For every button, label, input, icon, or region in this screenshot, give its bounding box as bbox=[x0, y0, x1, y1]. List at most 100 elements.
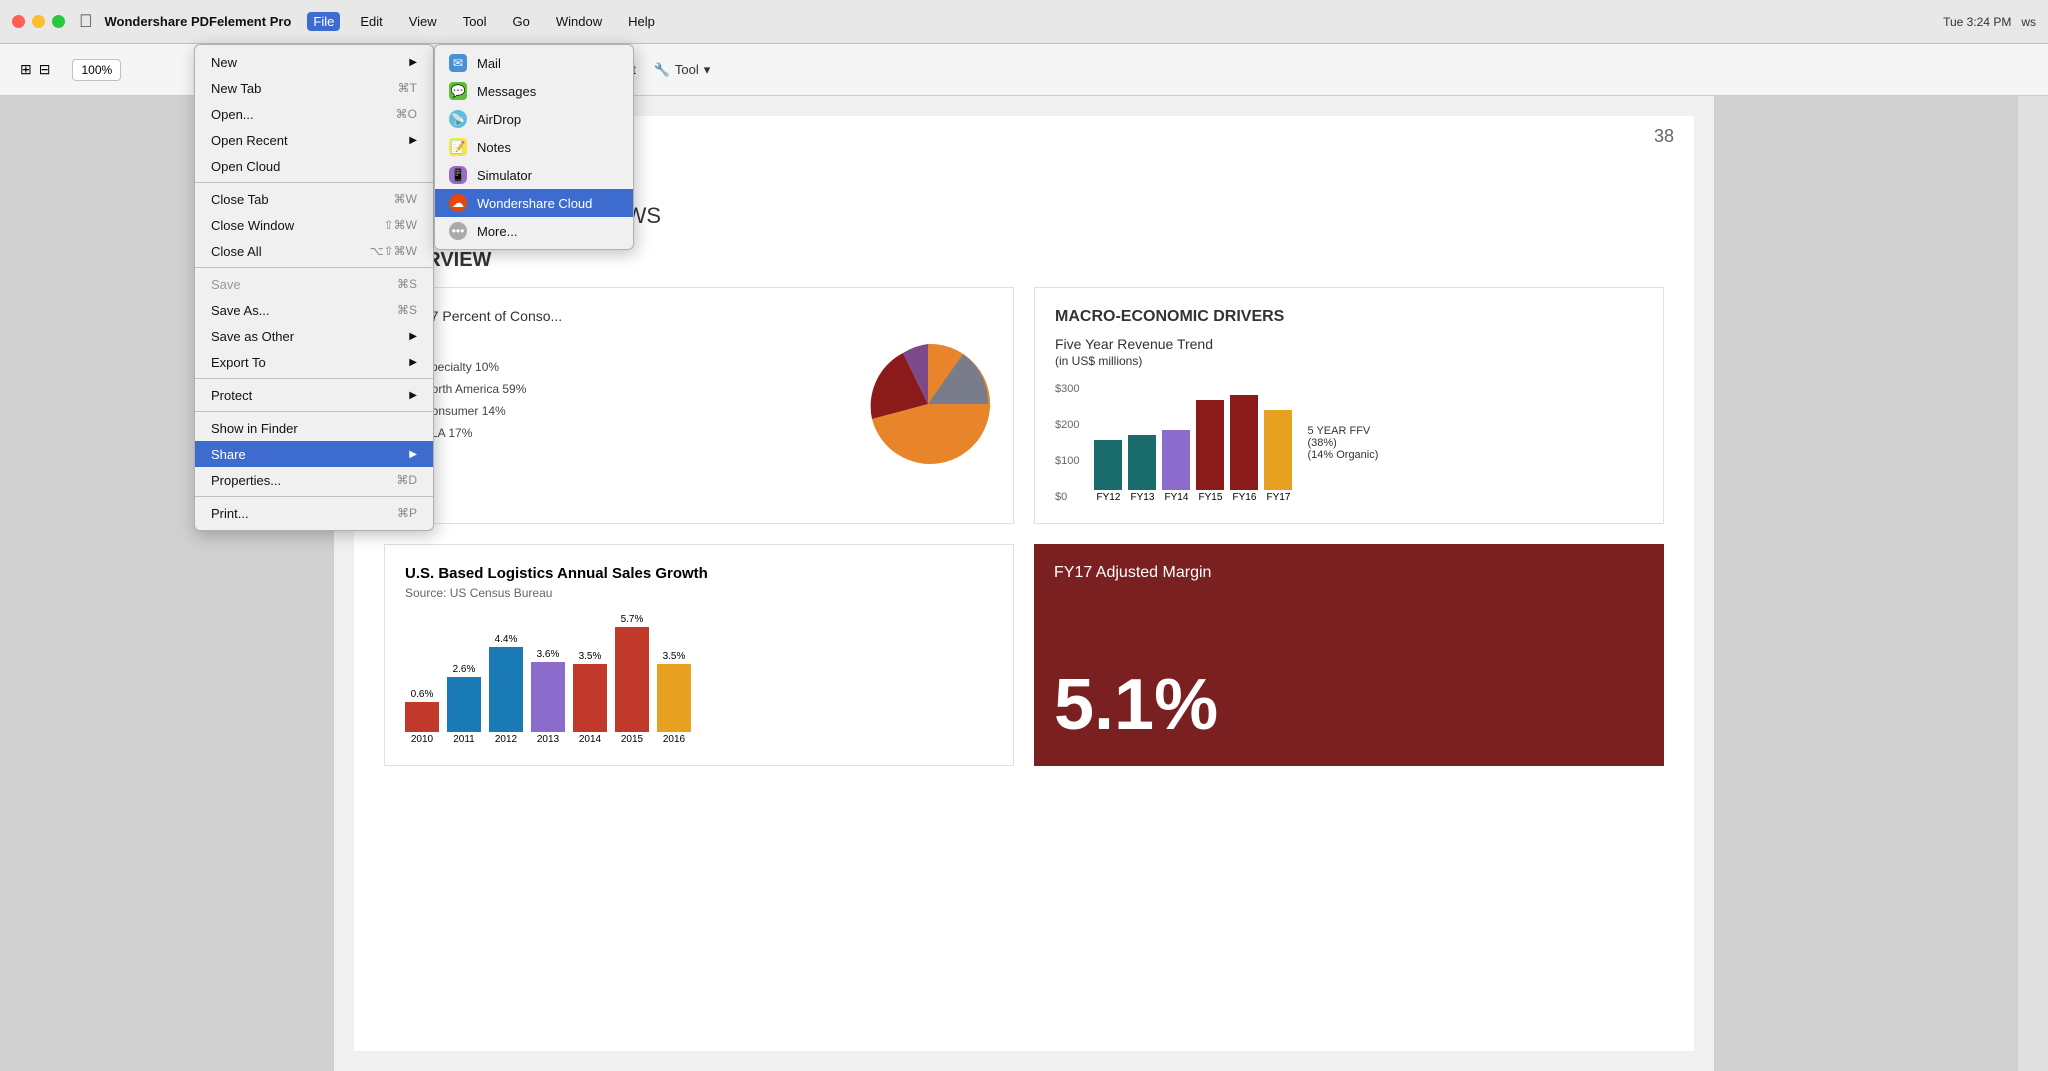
y-0: $0 bbox=[1055, 491, 1079, 503]
sales-bar-2010: 0.6% 2010 bbox=[405, 689, 439, 745]
menu-save-as[interactable]: Save As... ⌘S bbox=[195, 297, 433, 323]
menu-open-recent[interactable]: Open Recent ▶ bbox=[195, 127, 433, 153]
share-simulator[interactable]: 📱 Simulator bbox=[435, 161, 633, 189]
north-america-label: North America 59% bbox=[423, 382, 526, 396]
open-recent-arrow: ▶ bbox=[409, 135, 417, 146]
sales-bar-2012: 4.4% 2012 bbox=[489, 634, 523, 745]
bar-chart: $300 $200 $100 $0 FY12 bbox=[1055, 383, 1643, 503]
y-200: $200 bbox=[1055, 419, 1079, 431]
export-to-arrow: ▶ bbox=[409, 357, 417, 368]
sales-bar-2016: 3.5% 2016 bbox=[657, 651, 691, 745]
content-grid: FY17 Percent of Conso... Specialty 10% N… bbox=[384, 287, 1664, 524]
bottom-grid: U.S. Based Logistics Annual Sales Growth… bbox=[384, 544, 1664, 766]
share-arrow: ▶ bbox=[409, 449, 417, 460]
pie-legend: Specialty 10% North America 59% Consumer… bbox=[405, 360, 843, 448]
close-all-shortcut: ⌥⇧⌘W bbox=[370, 244, 417, 258]
close-all-label: Close All bbox=[211, 244, 262, 259]
show-in-finder-label: Show in Finder bbox=[211, 421, 298, 436]
menu-go[interactable]: Go bbox=[507, 12, 536, 31]
menu-new[interactable]: New ▶ bbox=[195, 49, 433, 75]
minimize-button[interactable] bbox=[32, 15, 45, 28]
share-submenu: ✉ Mail 💬 Messages 📡 AirDrop 📝 Notes 📱 Si… bbox=[434, 44, 634, 250]
share-wondershare[interactable]: ☁ Wondershare Cloud bbox=[435, 189, 633, 217]
menu-open[interactable]: Open... ⌘O bbox=[195, 101, 433, 127]
mail-icon: ✉ bbox=[449, 54, 467, 72]
close-button[interactable] bbox=[12, 15, 25, 28]
save-as-label: Save As... bbox=[211, 303, 270, 318]
menu-save: Save ⌘S bbox=[195, 271, 433, 297]
margin-title: FY17 Adjusted Margin bbox=[1054, 564, 1211, 582]
menu-tool[interactable]: Tool bbox=[457, 12, 493, 31]
legend-consumer: Consumer 14% bbox=[405, 404, 843, 418]
sales-bar-2015: 5.7% 2015 bbox=[615, 614, 649, 745]
ffv-label: 5 YEAR FFV(38%)(14% Organic) bbox=[1307, 425, 1378, 461]
simulator-icon: 📱 bbox=[449, 166, 467, 184]
menu-file[interactable]: File bbox=[307, 12, 340, 31]
menu-open-cloud[interactable]: Open Cloud bbox=[195, 153, 433, 179]
legend-north-america: North America 59% bbox=[405, 382, 843, 396]
macro-chart-box: MACRO-ECONOMIC DRIVERS Five Year Revenue… bbox=[1034, 287, 1664, 524]
menu-edit[interactable]: Edit bbox=[354, 12, 388, 31]
sales-source: Source: US Census Bureau bbox=[405, 586, 993, 600]
simulator-label: Simulator bbox=[477, 168, 532, 183]
margin-value: 5.1% bbox=[1054, 664, 1644, 746]
menu-close-tab[interactable]: Close Tab ⌘W bbox=[195, 186, 433, 212]
app-name: Wondershare PDFelement Pro bbox=[105, 14, 292, 29]
share-notes[interactable]: 📝 Notes bbox=[435, 133, 633, 161]
sales-chart-box: U.S. Based Logistics Annual Sales Growth… bbox=[384, 544, 1014, 766]
messages-label: Messages bbox=[477, 84, 536, 99]
layout-icon[interactable]: ⊟ bbox=[39, 61, 51, 78]
grid-icon[interactable]: ⊞ bbox=[20, 61, 32, 78]
messages-icon: 💬 bbox=[449, 82, 467, 100]
bar-fy16: FY16 bbox=[1230, 395, 1258, 503]
pie-chart bbox=[863, 339, 993, 469]
tool-button[interactable]: 🔧 Tool ▾ bbox=[654, 62, 710, 78]
close-tab-shortcut: ⌘W bbox=[394, 192, 417, 206]
close-tab-label: Close Tab bbox=[211, 192, 269, 207]
share-airdrop[interactable]: 📡 AirDrop bbox=[435, 105, 633, 133]
open-label: Open... bbox=[211, 107, 254, 122]
menu-window[interactable]: Window bbox=[550, 12, 608, 31]
separator-1 bbox=[195, 182, 433, 183]
menu-show-in-finder[interactable]: Show in Finder bbox=[195, 415, 433, 441]
separator-5 bbox=[195, 496, 433, 497]
pdf-content: 38 LDS OVERVIEW AND REVIEWS OVERVIEW FY1… bbox=[354, 116, 1694, 1051]
bar-fy15: FY15 bbox=[1196, 400, 1224, 503]
user-name: ws bbox=[2021, 15, 2036, 29]
save-as-other-label: Save as Other bbox=[211, 329, 294, 344]
legend-ela: ELA 17% bbox=[405, 426, 843, 440]
menu-save-as-other[interactable]: Save as Other ▶ bbox=[195, 323, 433, 349]
menu-close-window[interactable]: Close Window ⇧⌘W bbox=[195, 212, 433, 238]
menu-protect[interactable]: Protect ▶ bbox=[195, 382, 433, 408]
menu-export-to[interactable]: Export To ▶ bbox=[195, 349, 433, 375]
fy17-chart-title: FY17 Percent of Conso... bbox=[405, 308, 993, 324]
overview-title: OVERVIEW bbox=[384, 249, 1664, 272]
menu-help[interactable]: Help bbox=[622, 12, 661, 31]
right-panel bbox=[2018, 96, 2048, 1071]
menu-new-tab[interactable]: New Tab ⌘T bbox=[195, 75, 433, 101]
separator-4 bbox=[195, 411, 433, 412]
sales-title: U.S. Based Logistics Annual Sales Growth bbox=[405, 565, 993, 582]
save-as-other-arrow: ▶ bbox=[409, 331, 417, 342]
new-arrow: ▶ bbox=[409, 57, 417, 68]
menu-print[interactable]: Print... ⌘P bbox=[195, 500, 433, 526]
page-number: 38 bbox=[1654, 126, 1674, 147]
share-mail[interactable]: ✉ Mail bbox=[435, 49, 633, 77]
margin-box: FY17 Adjusted Margin 5.1% bbox=[1034, 544, 1664, 766]
sales-bar-2013: 3.6% 2013 bbox=[531, 649, 565, 745]
menu-close-all[interactable]: Close All ⌥⇧⌘W bbox=[195, 238, 433, 264]
save-label: Save bbox=[211, 277, 241, 292]
tool-arrow: ▾ bbox=[704, 62, 711, 78]
menu-properties[interactable]: Properties... ⌘D bbox=[195, 467, 433, 493]
apple-menu[interactable]:  bbox=[79, 11, 93, 32]
menu-share[interactable]: Share ▶ bbox=[195, 441, 433, 467]
menu-view[interactable]: View bbox=[403, 12, 443, 31]
share-more[interactable]: ••• More... bbox=[435, 217, 633, 245]
export-to-label: Export To bbox=[211, 355, 266, 370]
wondershare-label: Wondershare Cloud bbox=[477, 196, 592, 211]
maximize-button[interactable] bbox=[52, 15, 65, 28]
sales-bar-2011: 2.6% 2011 bbox=[447, 664, 481, 745]
share-messages[interactable]: 💬 Messages bbox=[435, 77, 633, 105]
more-label: More... bbox=[477, 224, 517, 239]
zoom-control[interactable]: 100% bbox=[72, 59, 121, 81]
